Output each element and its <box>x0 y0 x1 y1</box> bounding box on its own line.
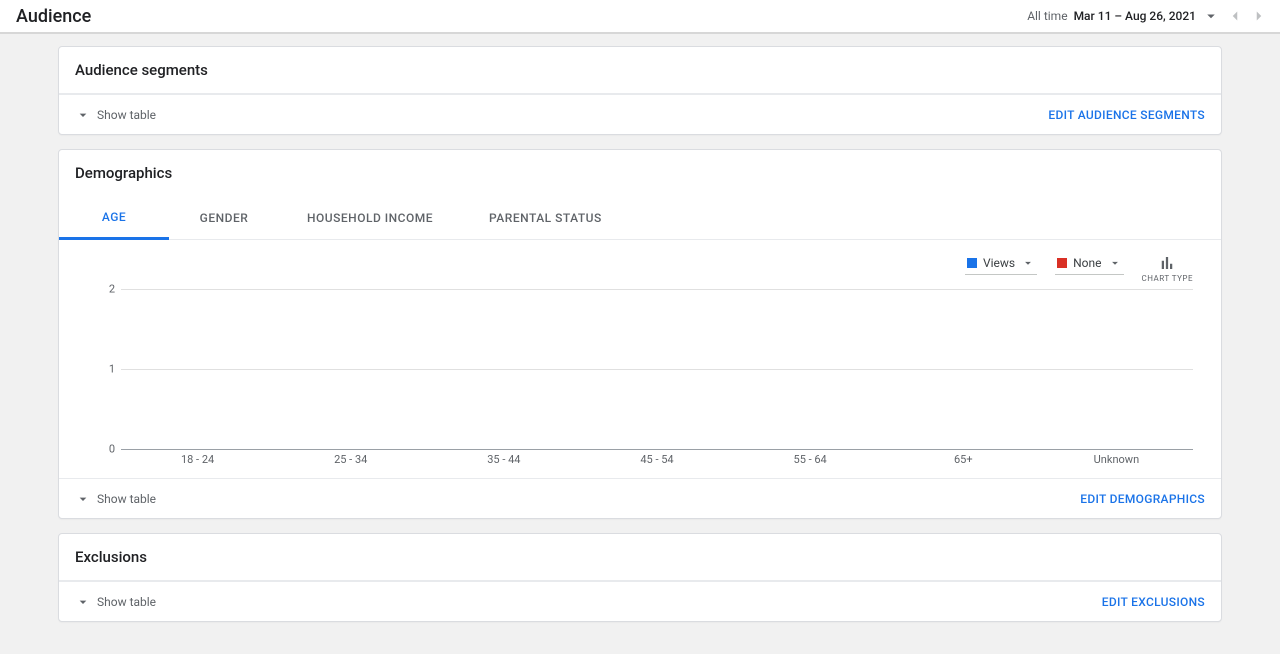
tab-parental-status[interactable]: PARENTAL STATUS <box>461 196 630 239</box>
date-range-dropdown-icon[interactable] <box>1202 7 1220 25</box>
chart-x-tick-label: 35 - 44 <box>427 453 580 466</box>
chevron-down-icon <box>75 107 91 123</box>
page-header: Audience All time Mar 11 – Aug 26, 2021 <box>0 0 1280 34</box>
chart-x-tick-label: 65+ <box>887 453 1040 466</box>
segments-card-title: Audience segments <box>59 47 1221 94</box>
segments-show-table-label: Show table <box>97 108 156 122</box>
chevron-down-icon <box>75 491 91 507</box>
date-next-button[interactable] <box>1250 7 1268 25</box>
metric-2-select[interactable]: None <box>1055 254 1123 275</box>
chart-gridline <box>121 449 1193 450</box>
tab-household-income[interactable]: HOUSEHOLD INCOME <box>279 196 461 239</box>
demographics-show-table-toggle[interactable]: Show table <box>75 491 156 507</box>
exclusions-card: Exclusions Show table EDIT EXCLUSIONS <box>58 533 1222 622</box>
edit-audience-segments-link[interactable]: EDIT AUDIENCE SEGMENTS <box>1048 108 1205 122</box>
segments-card-footer: Show table EDIT AUDIENCE SEGMENTS <box>59 94 1221 134</box>
chart-type-button[interactable]: CHART TYPE <box>1142 254 1194 283</box>
demographics-card-footer: Show table EDIT DEMOGRAPHICS <box>59 478 1221 518</box>
metric-1-select[interactable]: Views <box>965 254 1037 275</box>
chevron-down-icon <box>75 594 91 610</box>
date-prev-button[interactable] <box>1226 7 1244 25</box>
tab-age[interactable]: AGE <box>59 196 169 240</box>
demographics-card-title: Demographics <box>59 150 1221 196</box>
edit-exclusions-link[interactable]: EDIT EXCLUSIONS <box>1102 595 1205 609</box>
demographics-show-table-label: Show table <box>97 492 156 506</box>
chart-y-tick-label: 2 <box>99 283 115 296</box>
chart-x-tick-label: 55 - 64 <box>734 453 887 466</box>
content-area: Audience segments Show table EDIT AUDIEN… <box>0 34 1280 654</box>
chart-type-label: CHART TYPE <box>1142 274 1194 283</box>
tab-gender[interactable]: GENDER <box>169 196 279 239</box>
metric-2-swatch-icon <box>1057 258 1067 268</box>
metric-2-label: None <box>1073 256 1101 270</box>
demographics-tabs: AGE GENDER HOUSEHOLD INCOME PARENTAL STA… <box>59 196 1221 240</box>
date-range-area: All time Mar 11 – Aug 26, 2021 <box>1027 7 1268 25</box>
chart-controls: Views None CHART TYPE <box>59 240 1221 285</box>
chart-gridline <box>121 289 1193 290</box>
chart-gridline <box>121 369 1193 370</box>
page-title: Audience <box>16 6 91 27</box>
arrow-down-icon <box>1021 256 1035 270</box>
audience-segments-card: Audience segments Show table EDIT AUDIEN… <box>58 46 1222 135</box>
chart-x-axis: 18 - 2425 - 3435 - 4445 - 5455 - 6465+Un… <box>121 453 1193 466</box>
segments-show-table-toggle[interactable]: Show table <box>75 107 156 123</box>
bar-chart-icon <box>1158 254 1176 272</box>
exclusions-show-table-label: Show table <box>97 595 156 609</box>
chart-x-tick-label: 45 - 54 <box>580 453 733 466</box>
chart-x-tick-label: 18 - 24 <box>121 453 274 466</box>
demographics-card: Demographics AGE GENDER HOUSEHOLD INCOME… <box>58 149 1222 519</box>
date-range-label: All time <box>1027 9 1067 23</box>
date-range-value: Mar 11 – Aug 26, 2021 <box>1074 9 1196 23</box>
chart-y-tick-label: 1 <box>99 363 115 376</box>
exclusions-card-footer: Show table EDIT EXCLUSIONS <box>59 581 1221 621</box>
chart-plot-area: 012 <box>121 289 1193 449</box>
chart-x-tick-label: 25 - 34 <box>274 453 427 466</box>
arrow-down-icon <box>1108 256 1122 270</box>
exclusions-show-table-toggle[interactable]: Show table <box>75 594 156 610</box>
demographics-chart: 012 18 - 2425 - 3435 - 4445 - 5455 - 646… <box>59 285 1221 478</box>
edit-demographics-link[interactable]: EDIT DEMOGRAPHICS <box>1080 492 1205 506</box>
exclusions-card-title: Exclusions <box>59 534 1221 581</box>
metric-1-label: Views <box>983 256 1015 270</box>
chart-y-tick-label: 0 <box>99 443 115 456</box>
chart-x-tick-label: Unknown <box>1040 453 1193 466</box>
metric-1-swatch-icon <box>967 258 977 268</box>
